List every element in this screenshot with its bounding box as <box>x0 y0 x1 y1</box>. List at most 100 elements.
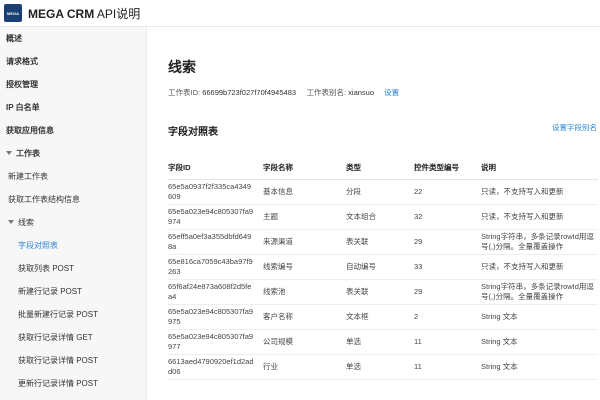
table-cell-name: 基本信息 <box>263 179 346 205</box>
table-cell-name: 客户名称 <box>263 304 346 330</box>
set-alias-link[interactable]: 设置 <box>384 88 399 97</box>
sidebar-item-label: 新建工作表 <box>8 172 48 181</box>
sidebar-item-label: 获取应用信息 <box>6 126 54 135</box>
table-cell-code: 11 <box>414 354 481 380</box>
worksheet-id-value: 66699b723f027f70f4945483 <box>202 88 297 97</box>
table-cell-id: 65e5a0937f2f335ca4349609 <box>168 179 263 205</box>
sidebar-item[interactable]: 批量新建行记录 POST <box>0 303 146 326</box>
sidebar-item[interactable]: 概述 <box>0 27 146 50</box>
sidebar-item-label: IP 白名单 <box>6 103 40 112</box>
sidebar-item-label: 获取行记录详情 GET <box>18 333 93 342</box>
chevron-down-icon <box>8 219 14 224</box>
table-row: 65e5a023e94c805307fa9975 客户名称 文本框 2 String 文… <box>168 304 598 330</box>
table-cell-code: 32 <box>414 204 481 230</box>
table-row: 65e5a023e94c805307fa9974 主题 文本组合 32 只读，不支持写入… <box>168 204 598 230</box>
sidebar-item-label: 获取列表 POST <box>18 264 75 273</box>
table-row: 6613aed4790920ef1d2add06 行业 单选 11 String 文本 <box>168 354 598 380</box>
table-cell-desc: 只读，不支持写入和更新 <box>481 179 598 205</box>
sidebar-item-label: 线索 <box>18 218 34 227</box>
sidebar-item[interactable]: 获取行记录详情 POST <box>0 349 146 372</box>
app-title-brand: MEGA CRM <box>28 6 95 21</box>
sidebar-item[interactable]: 获取应用信息 <box>0 119 146 142</box>
sidebar-item[interactable]: 新建行记录 POST <box>0 280 146 303</box>
table-cell-type: 表关联 <box>346 229 414 255</box>
table-cell-type: 文本组合 <box>346 204 414 230</box>
table-cell-type: 单选 <box>346 354 414 380</box>
sidebar-item-label: 请求格式 <box>6 57 38 66</box>
section-title: 字段对照表 <box>168 127 218 138</box>
table-cell-id: 65eff5a0ef3a355dbfd6498a <box>168 229 263 255</box>
sidebar-item[interactable]: 获取工作表结构信息 <box>0 188 146 211</box>
column-header: 字段名称 <box>263 155 346 180</box>
table-cell-desc: String 文本 <box>481 354 598 380</box>
table-cell-name: 线索编号 <box>263 254 346 280</box>
app-title-suffix: API说明 <box>94 6 141 21</box>
sidebar-item[interactable]: 更新行记录详情 POST <box>0 372 146 395</box>
sidebar-item[interactable]: 线索 <box>0 211 146 234</box>
sidebar-item-label: 更新行记录详情 POST <box>18 379 99 388</box>
table-row: 65e5a0937f2f335ca4349609 基本信息 分段 22 只读，不支持写入… <box>168 179 598 205</box>
sidebar-item-label: 批量新建行记录 POST <box>18 310 99 319</box>
sidebar-item[interactable]: 授权管理 <box>0 73 146 96</box>
column-header: 说明 <box>481 155 598 180</box>
table-cell-desc: String 文本 <box>481 304 598 330</box>
sidebar-item[interactable]: IP 白名单 <box>0 96 146 119</box>
table-body: 65e5a0937f2f335ca4349609 基本信息 分段 22 只读，不支持写入… <box>168 179 598 380</box>
table-cell-code: 29 <box>414 229 481 255</box>
sidebar-item[interactable]: 新建工作表 <box>0 165 146 188</box>
table-cell-id: 65f6af24e873a608f2d5fea4 <box>168 279 263 305</box>
alias-label: 工作表别名: <box>306 88 347 97</box>
table-cell-type: 表关联 <box>346 279 414 305</box>
table-cell-name: 公司规模 <box>263 329 346 355</box>
main-content: 线索 工作表ID: 66699b723f027f70f4945483 工作表别名… <box>147 27 600 400</box>
sidebar-item-label: 新建行记录 POST <box>18 287 83 296</box>
chevron-down-icon <box>6 150 12 155</box>
alias-value: xiansuo <box>348 88 375 97</box>
table-cell-desc: 只读，不支持写入和更新 <box>481 204 598 230</box>
set-field-alias-link[interactable]: 设置字段别名 <box>552 122 597 133</box>
table-cell-type: 文本框 <box>346 304 414 330</box>
worksheet-meta: 工作表ID: 66699b723f027f70f4945483 工作表别名: x… <box>168 87 399 98</box>
column-header: 控件类型编号 <box>414 155 481 180</box>
column-header: 类型 <box>346 155 414 180</box>
table-cell-desc: 只读，不支持写入和更新 <box>481 254 598 280</box>
app-logo[interactable]: MEGA <box>4 4 22 22</box>
table-cell-code: 2 <box>414 304 481 330</box>
table-cell-code: 29 <box>414 279 481 305</box>
field-mapping-table: 字段ID 字段名称 类型 控件类型编号 说明 65e5a0937f2f335ca4349… <box>168 155 598 380</box>
sidebar-item[interactable]: 获取列表 POST <box>0 257 146 280</box>
table-cell-id: 65e5a023e94c805307fa9974 <box>168 204 263 230</box>
sidebar-item-label: 授权管理 <box>6 80 38 89</box>
column-header: 字段ID <box>168 155 263 180</box>
page-title: 线索 <box>168 59 196 75</box>
table-cell-type: 自动编号 <box>346 254 414 280</box>
table-cell-name: 线索池 <box>263 279 346 305</box>
table-cell-id: 65e5a023e94c805307fa9977 <box>168 329 263 355</box>
table-cell-desc: String字符串，多条记录rowId用逗号(,)分隔。全量覆盖操作 <box>481 229 598 255</box>
sidebar-item-label: 获取行记录详情 POST <box>18 356 99 365</box>
table-cell-code: 11 <box>414 329 481 355</box>
sidebar-item-label: 获取工作表结构信息 <box>8 195 80 204</box>
table-row: 65eff5a0ef3a355dbfd6498a 来源渠道 表关联 29 String字… <box>168 229 598 255</box>
sidebar-item[interactable]: 字段对照表 <box>0 234 146 257</box>
table-cell-name: 来源渠道 <box>263 229 346 255</box>
table-header-row: 字段ID 字段名称 类型 控件类型编号 说明 <box>168 155 598 180</box>
table-cell-type: 单选 <box>346 329 414 355</box>
table-cell-id: 65e5a023e94c805307fa9975 <box>168 304 263 330</box>
top-bar: MEGA MEGA CRM API说明 <box>0 0 600 27</box>
table-cell-desc: String 文本 <box>481 329 598 355</box>
table-cell-code: 33 <box>414 254 481 280</box>
sidebar-item-label: 概述 <box>6 34 22 43</box>
sidebar-item[interactable]: 工作表 <box>0 142 146 165</box>
sidebar-nav: 概述请求格式授权管理 IP 白名单获取应用信息 工作表新建工作表获取工作表结构信息线… <box>0 27 147 400</box>
sidebar-item[interactable]: 获取行记录详情 GET <box>0 326 146 349</box>
table-row: 65f6af24e873a608f2d5fea4 线索池 表关联 29 String字符… <box>168 279 598 305</box>
worksheet-id-label: 工作表ID: <box>168 88 201 97</box>
table-row: 65e816ca7059c43ba97f9263 线索编号 自动编号 33 只读，不支持… <box>168 254 598 280</box>
sidebar-item-label: 字段对照表 <box>18 241 58 250</box>
table-cell-desc: String字符串，多条记录rowId用逗号(,)分隔。全量覆盖操作 <box>481 279 598 305</box>
table-row: 65e5a023e94c805307fa9977 公司规模 单选 11 String 文… <box>168 329 598 355</box>
sidebar-item-label: 工作表 <box>16 149 40 158</box>
table-cell-code: 22 <box>414 179 481 205</box>
sidebar-item[interactable]: 请求格式 <box>0 50 146 73</box>
